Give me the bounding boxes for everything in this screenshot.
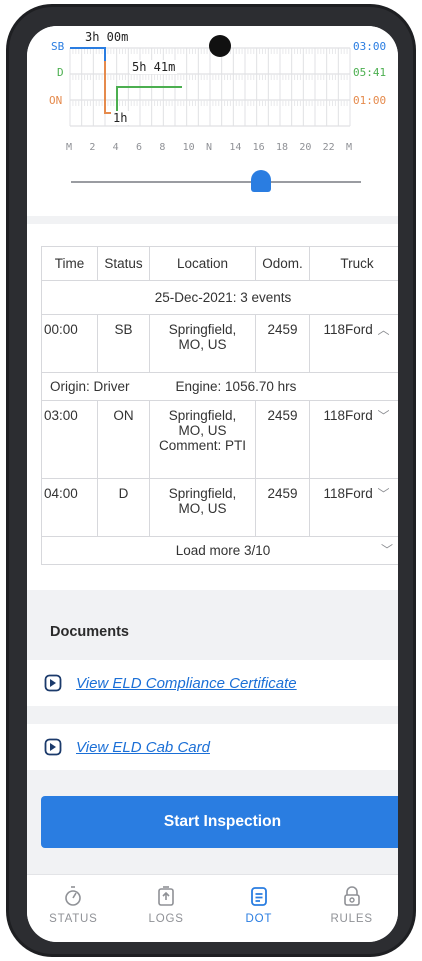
- nav-logs[interactable]: LOGS: [131, 885, 201, 942]
- nav-status-label: STATUS: [49, 913, 98, 925]
- truck-name: 118Ford: [323, 322, 373, 337]
- hour-label: 2: [89, 142, 96, 153]
- sb-duration: 3h 00m: [83, 30, 131, 44]
- status-icon: [65, 886, 82, 906]
- location-line1: Springfield,: [168, 486, 237, 501]
- cell-truck: 118Ford ﹀: [309, 400, 398, 479]
- origin-text: Origin: Driver: [50, 379, 130, 394]
- truck-name: 118Ford: [323, 408, 373, 423]
- date-summary: 25-Dec-2021: 3 events: [41, 280, 398, 315]
- table-row[interactable]: 03:00 ON Springfield, MO, US Comment: PTI …: [41, 400, 398, 479]
- start-inspection-button[interactable]: Start Inspection: [41, 796, 398, 848]
- rules-icon: [343, 886, 360, 906]
- engine-hours: Engine: 1056.70 hrs: [175, 379, 297, 394]
- location-line2: MO, US: [178, 423, 227, 438]
- hour-label: 10: [182, 142, 195, 153]
- hour-label: 8: [159, 142, 166, 153]
- time-slider-thumb[interactable]: [251, 170, 271, 192]
- documents-heading: Documents: [27, 610, 398, 656]
- on-total: 01:00: [353, 94, 387, 107]
- cell-status: D: [97, 478, 150, 537]
- document-icon: [44, 738, 62, 756]
- dot-icon: [250, 887, 267, 906]
- phone-frame: SB D ON 03:00 05:41 01:00 3h 00m 5h 41m …: [6, 4, 416, 957]
- table-row[interactable]: 00:00 SB Springfield, MO, US 2459 118Ford…: [41, 314, 398, 373]
- nav-dot[interactable]: DOT: [224, 885, 294, 942]
- chevron-down-icon[interactable]: ﹀: [380, 543, 394, 558]
- events-table-card: Time Status Location Odom. Truck 25-Dec-…: [27, 224, 398, 590]
- load-more-row[interactable]: Load more 3/10 ﹀: [41, 536, 398, 565]
- location-line2: MO, US: [178, 337, 227, 352]
- hour-label: 6: [136, 142, 143, 153]
- sb-total: 03:00: [353, 40, 387, 53]
- on-label: ON: [49, 94, 63, 107]
- header-location: Location: [149, 246, 256, 281]
- header-odometer: Odom.: [255, 246, 310, 281]
- hour-label: M: [66, 142, 73, 153]
- cell-time: 04:00: [41, 478, 98, 537]
- d-total: 05:41: [353, 66, 387, 79]
- hour-label: 14: [229, 142, 242, 153]
- chevron-down-icon[interactable]: ﹀: [377, 409, 391, 424]
- logs-icon: [158, 886, 174, 906]
- event-detail-row: Origin: Driver Engine: 1056.70 hrs: [41, 372, 398, 401]
- d-label: D: [57, 66, 64, 79]
- document-icon: [44, 674, 62, 692]
- table-row[interactable]: 04:00 D Springfield, MO, US 2459 118Ford …: [41, 478, 398, 537]
- cab-card-link[interactable]: View ELD Cab Card: [27, 724, 398, 770]
- camera-notch: [209, 35, 231, 57]
- compliance-certificate-text[interactable]: View ELD Compliance Certificate: [76, 675, 297, 692]
- chevron-up-icon[interactable]: ︿: [377, 323, 391, 338]
- bottom-navigation: STATUS LOGS DOT RULES: [27, 874, 398, 942]
- cell-truck: 118Ford ︿: [309, 314, 398, 373]
- nav-rules[interactable]: RULES: [317, 885, 387, 942]
- sb-label: SB: [51, 40, 65, 53]
- cell-odometer: 2459: [255, 478, 310, 537]
- cell-location: Springfield, MO, US Comment: PTI: [149, 400, 256, 479]
- cell-location: Springfield, MO, US: [149, 314, 256, 373]
- chevron-down-icon[interactable]: ﹀: [377, 487, 391, 502]
- cell-odometer: 2459: [255, 314, 310, 373]
- events-table: Time Status Location Odom. Truck 25-Dec-…: [41, 246, 398, 565]
- hour-label: M: [346, 142, 353, 153]
- truck-name: 118Ford: [323, 486, 373, 501]
- cell-status: SB: [97, 314, 150, 373]
- hour-label: 22: [322, 142, 335, 153]
- nav-status[interactable]: STATUS: [38, 885, 108, 942]
- header-status: Status: [97, 246, 150, 281]
- cell-odometer: 2459: [255, 400, 310, 479]
- header-truck: Truck: [309, 246, 398, 281]
- hour-label: N: [206, 142, 213, 153]
- compliance-certificate-link[interactable]: View ELD Compliance Certificate: [27, 660, 398, 706]
- cell-truck: 118Ford ﹀: [309, 478, 398, 537]
- location-line1: Springfield,: [168, 408, 237, 423]
- nav-rules-label: RULES: [330, 913, 373, 925]
- nav-dot-label: DOT: [245, 913, 273, 925]
- d-duration: 5h 41m: [130, 60, 178, 74]
- time-slider-track[interactable]: [71, 181, 361, 183]
- load-more-label[interactable]: Load more 3/10: [176, 543, 271, 558]
- on-duration: 1h: [111, 111, 130, 125]
- cell-location: Springfield, MO, US: [149, 478, 256, 537]
- hour-label: 4: [112, 142, 119, 153]
- event-comment: Comment: PTI: [158, 438, 247, 453]
- location-line2: MO, US: [178, 501, 227, 516]
- cell-time: 03:00: [41, 400, 98, 479]
- screen: SB D ON 03:00 05:41 01:00 3h 00m 5h 41m …: [27, 26, 398, 942]
- date-summary-row: 25-Dec-2021: 3 events: [41, 280, 398, 315]
- cell-status: ON: [97, 400, 150, 479]
- table-header-row: Time Status Location Odom. Truck: [41, 246, 398, 281]
- cab-card-text[interactable]: View ELD Cab Card: [76, 739, 210, 756]
- header-time: Time: [41, 246, 98, 281]
- hour-label: 20: [299, 142, 312, 153]
- cell-time: 00:00: [41, 314, 98, 373]
- nav-logs-label: LOGS: [148, 913, 184, 925]
- hour-label: 16: [252, 142, 265, 153]
- location-line1: Springfield,: [168, 322, 237, 337]
- hour-label: 18: [276, 142, 289, 153]
